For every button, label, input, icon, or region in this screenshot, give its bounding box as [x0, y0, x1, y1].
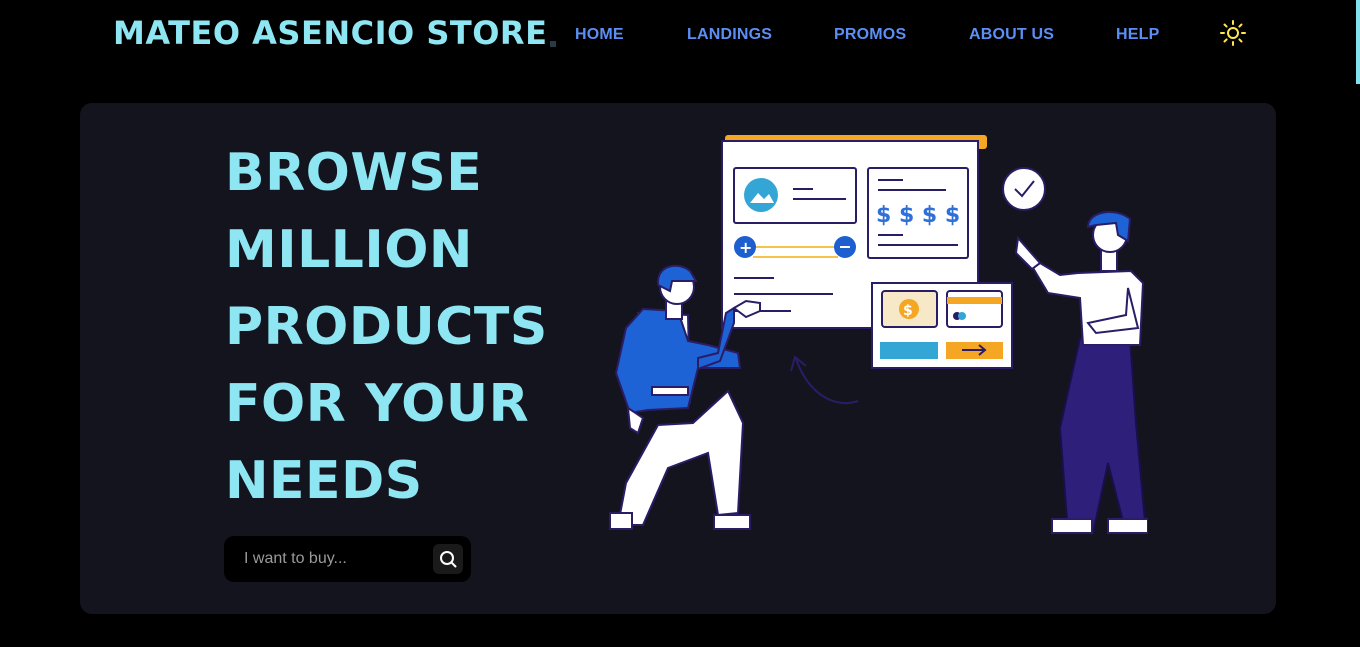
nav-landings[interactable]: LANDINGS — [687, 26, 772, 44]
headline-line: PRODUCTS — [225, 297, 548, 357]
svg-text:+: + — [739, 238, 752, 257]
theme-toggle-button[interactable] — [1219, 19, 1247, 47]
navbar: MATEO ASENCIO STORE HOME LANDINGS PROMOS… — [0, 0, 1360, 70]
nav-help[interactable]: HELP — [1116, 26, 1159, 44]
price-symbols-text: $ $ $ $ — [876, 203, 960, 228]
nav-promos[interactable]: PROMOS — [834, 26, 906, 44]
headline-line: BROWSE — [225, 143, 483, 203]
nav-home[interactable]: HOME — [575, 26, 624, 44]
headline-line: MILLION — [225, 220, 473, 280]
shopping-illustration: $ $ $ $ + $ — [609, 135, 1148, 534]
search-button[interactable] — [433, 544, 463, 574]
checkmark-bubble — [1002, 167, 1046, 211]
person-right-illustration — [1014, 211, 1148, 534]
payment-card-illustration: $ — [871, 282, 1013, 369]
person-left-illustration — [609, 264, 761, 530]
nav-about-us[interactable]: ABOUT US — [969, 26, 1054, 44]
hero-headline: BROWSE MILLION PRODUCTS FOR YOUR NEEDS — [225, 135, 585, 520]
page: MATEO ASENCIO STORE HOME LANDINGS PROMOS… — [0, 0, 1360, 647]
search-icon — [440, 551, 457, 568]
search-input[interactable] — [242, 544, 426, 574]
sun-icon — [1220, 20, 1246, 46]
search-bar — [224, 536, 471, 582]
headline-line: FOR YOUR — [225, 374, 530, 434]
headline-line: NEEDS — [225, 451, 423, 511]
logo-dot — [550, 41, 556, 47]
store-logo-text[interactable]: MATEO ASENCIO STORE — [113, 14, 547, 52]
coin-symbol-text: $ — [903, 303, 913, 319]
hero-card: BROWSE MILLION PRODUCTS FOR YOUR NEEDS I… — [80, 103, 1276, 614]
